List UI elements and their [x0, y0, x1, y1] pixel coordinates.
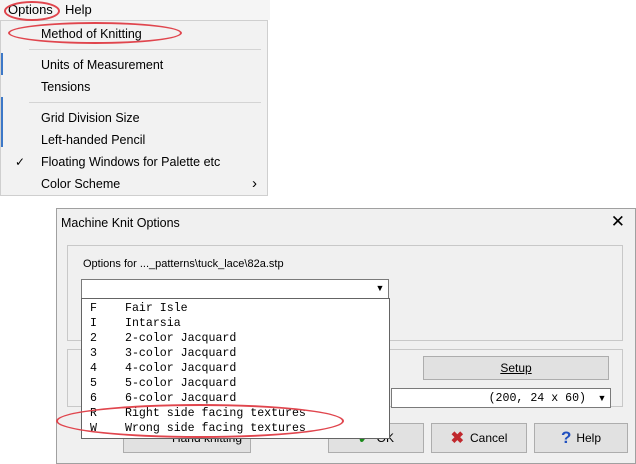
menu-item-units-of-measurement[interactable]: Units of Measurement [41, 58, 163, 72]
list-item[interactable]: 3 3-color Jacquard [82, 347, 389, 362]
setup-button[interactable]: Setup [423, 356, 609, 380]
highlight-ellipse [56, 404, 344, 438]
highlight-ellipse [8, 22, 182, 44]
question-icon: ? [560, 428, 572, 447]
list-item[interactable]: 5 5-color Jacquard [82, 377, 389, 392]
chevron-down-icon[interactable]: ▼ [371, 280, 388, 298]
stitch-combo[interactable]: (200, 24 x 60) ▼ [391, 388, 611, 408]
list-item[interactable]: 4 4-color Jacquard [82, 362, 389, 377]
menu-help[interactable]: Help [65, 2, 92, 17]
dialog-title: Machine Knit Options [61, 216, 180, 230]
options-menu: Method of Knitting Units of Measurement … [0, 20, 268, 196]
highlight-ellipse [4, 1, 60, 21]
menu-edge-accent [1, 53, 3, 75]
method-combo[interactable]: ▼ [81, 279, 389, 299]
cancel-label: Cancel [470, 431, 508, 445]
menu-edge-accent [1, 97, 3, 147]
chevron-down-icon[interactable]: ▼ [593, 389, 610, 407]
submenu-arrow-icon: › [252, 175, 257, 192]
options-for-label: Options for ..._patterns\tuck_lace\82a.s… [83, 258, 284, 270]
check-icon: ✓ [15, 155, 26, 169]
setup-label: Setup [500, 361, 532, 375]
list-item[interactable]: I Intarsia [82, 317, 389, 332]
menu-item-left-handed-pencil[interactable]: Left-handed Pencil [41, 133, 145, 147]
help-button[interactable]: ? Help [534, 423, 628, 453]
menu-item-tensions[interactable]: Tensions [41, 80, 90, 94]
list-item[interactable]: 2 2-color Jacquard [82, 332, 389, 347]
close-icon[interactable]: ✕ [611, 212, 625, 232]
cancel-button[interactable]: ✖ Cancel [431, 423, 527, 453]
menu-separator [29, 49, 261, 50]
menu-item-color-scheme[interactable]: Color Scheme [41, 177, 120, 191]
menu-separator [29, 102, 261, 103]
list-item[interactable]: F Fair Isle [82, 302, 389, 317]
cancel-x-icon: ✖ [450, 430, 465, 447]
menu-item-grid-division-size[interactable]: Grid Division Size [41, 111, 140, 125]
stitch-combo-value: (200, 24 x 60) [488, 392, 586, 405]
help-label: Help [576, 431, 602, 445]
menu-item-floating-windows[interactable]: Floating Windows for Palette etc [41, 155, 220, 169]
